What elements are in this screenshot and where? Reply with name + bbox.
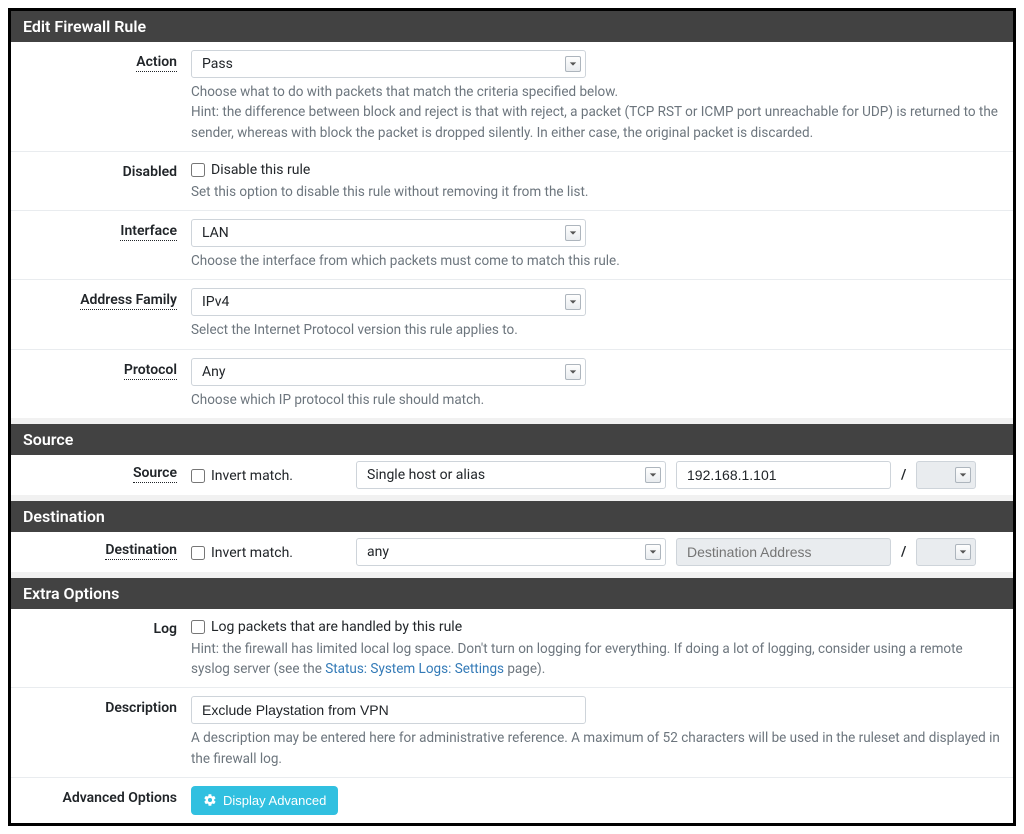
source-invert-label: Invert match. bbox=[211, 468, 293, 484]
slash-separator: / bbox=[901, 467, 906, 483]
interface-hint: Choose the interface from which packets … bbox=[191, 251, 1001, 271]
source-type-select[interactable]: Single host or alias bbox=[356, 461, 666, 489]
label-advanced-options: Advanced Options bbox=[63, 790, 177, 806]
display-advanced-button[interactable]: Display Advanced bbox=[191, 786, 338, 815]
label-address-family: Address Family bbox=[80, 292, 177, 310]
interface-select-value: LAN bbox=[202, 225, 229, 241]
syslog-settings-link[interactable]: Status: System Logs: Settings bbox=[325, 661, 504, 677]
label-action: Action bbox=[136, 54, 177, 72]
chevron-down-icon bbox=[565, 56, 581, 72]
disabled-hint: Set this option to disable this rule wit… bbox=[191, 182, 1001, 202]
action-select[interactable]: Pass bbox=[191, 50, 586, 78]
firewall-rule-form: Edit Firewall Rule Action Pass Choose wh… bbox=[8, 8, 1016, 826]
protocol-hint: Choose which IP protocol this rule shoul… bbox=[191, 390, 1001, 410]
gear-icon bbox=[203, 793, 217, 807]
label-disabled: Disabled bbox=[123, 164, 177, 180]
log-checkbox-label: Log packets that are handled by this rul… bbox=[211, 619, 462, 635]
label-description: Description bbox=[105, 700, 177, 716]
chevron-down-icon bbox=[565, 225, 581, 241]
destination-invert-label: Invert match. bbox=[211, 545, 293, 561]
section-header-extra: Extra Options bbox=[11, 578, 1013, 609]
source-mask-select bbox=[916, 461, 976, 489]
source-address-input[interactable] bbox=[676, 461, 891, 489]
slash-separator: / bbox=[901, 544, 906, 560]
destination-type-select[interactable]: any bbox=[356, 538, 666, 566]
destination-address-input bbox=[676, 538, 891, 566]
label-source: Source bbox=[133, 465, 177, 483]
destination-type-value: any bbox=[367, 544, 389, 560]
chevron-down-icon bbox=[955, 467, 971, 483]
address-family-hint: Select the Internet Protocol version thi… bbox=[191, 320, 1001, 340]
action-hint: Choose what to do with packets that matc… bbox=[191, 82, 1001, 143]
description-hint: A description may be entered here for ad… bbox=[191, 728, 1001, 769]
disable-rule-checkbox[interactable] bbox=[191, 163, 205, 177]
section-header-destination: Destination bbox=[11, 501, 1013, 532]
address-family-select-value: IPv4 bbox=[202, 294, 229, 310]
action-select-value: Pass bbox=[202, 56, 233, 72]
source-type-value: Single host or alias bbox=[367, 467, 485, 483]
label-interface: Interface bbox=[120, 223, 177, 241]
chevron-down-icon bbox=[955, 544, 971, 560]
display-advanced-label: Display Advanced bbox=[223, 793, 326, 808]
description-input[interactable] bbox=[191, 696, 586, 724]
destination-invert-checkbox[interactable] bbox=[191, 546, 205, 560]
interface-select[interactable]: LAN bbox=[191, 219, 586, 247]
chevron-down-icon bbox=[565, 294, 581, 310]
destination-mask-select bbox=[916, 538, 976, 566]
source-invert-checkbox[interactable] bbox=[191, 469, 205, 483]
protocol-select[interactable]: Any bbox=[191, 358, 586, 386]
chevron-down-icon bbox=[565, 364, 581, 380]
chevron-down-icon bbox=[645, 467, 661, 483]
address-family-select[interactable]: IPv4 bbox=[191, 288, 586, 316]
disable-rule-checkbox-label: Disable this rule bbox=[211, 162, 310, 178]
chevron-down-icon bbox=[645, 544, 661, 560]
label-protocol: Protocol bbox=[124, 362, 177, 380]
label-log: Log bbox=[154, 621, 177, 637]
protocol-select-value: Any bbox=[202, 364, 226, 380]
label-destination: Destination bbox=[105, 542, 177, 560]
log-hint: Hint: the firewall has limited local log… bbox=[191, 639, 1001, 680]
section-header-source: Source bbox=[11, 424, 1013, 455]
section-header-edit: Edit Firewall Rule bbox=[11, 11, 1013, 42]
log-checkbox[interactable] bbox=[191, 620, 205, 634]
